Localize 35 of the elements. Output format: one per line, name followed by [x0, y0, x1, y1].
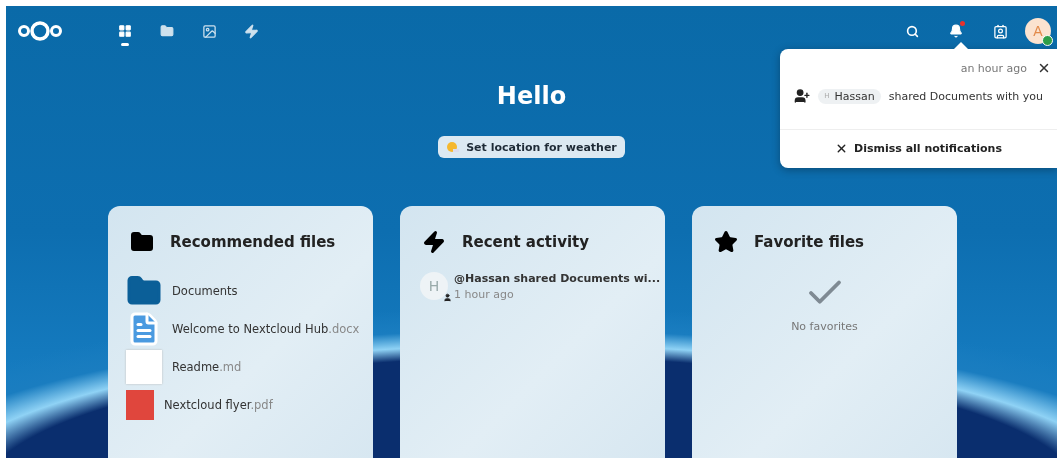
weather-button[interactable]: Set location for weather [438, 136, 625, 158]
bell-icon [949, 24, 963, 38]
folder-icon [160, 24, 174, 38]
close-button[interactable] [1037, 61, 1051, 75]
pdf-icon [126, 390, 154, 420]
notification-time: an hour ago [960, 61, 1027, 75]
weather-icon [446, 140, 461, 154]
file-name[interactable]: Welcome to Nextcloud Hub.docx [172, 322, 360, 336]
file-name[interactable]: Nextcloud flyer.pdf [164, 398, 273, 412]
file-thumbnail [126, 350, 162, 384]
file-name[interactable]: Documents [172, 284, 238, 298]
lightning-icon [243, 23, 259, 39]
image-icon [201, 23, 217, 39]
logo-icon [16, 19, 64, 43]
widget-title: Favorite files [754, 233, 865, 251]
lightning-icon [422, 230, 446, 254]
file-name[interactable]: Readme.md [172, 360, 242, 374]
close-icon [1037, 61, 1051, 75]
user-avatar: H [420, 272, 448, 300]
folder-icon [130, 230, 154, 254]
empty-message: No favorites [791, 320, 858, 333]
dismiss-all-button[interactable]: Dismiss all notifications [780, 130, 1057, 168]
widget-title: Recent activity [462, 233, 590, 251]
greeting: Hello [496, 82, 567, 110]
star-icon [714, 230, 738, 254]
activity-time: 1 hour ago [454, 288, 515, 301]
notification-text: shared Documents with you [888, 89, 1043, 103]
active-indicator [121, 43, 129, 46]
user-icon [443, 293, 452, 302]
activity-text[interactable]: @Hassan shared Documents wi... [454, 272, 661, 285]
contacts-icon [992, 23, 1008, 39]
widget-title: Recommended files [170, 233, 336, 251]
unread-dot [960, 21, 965, 26]
search-icon [905, 24, 919, 38]
dashboard-icon [118, 24, 132, 38]
